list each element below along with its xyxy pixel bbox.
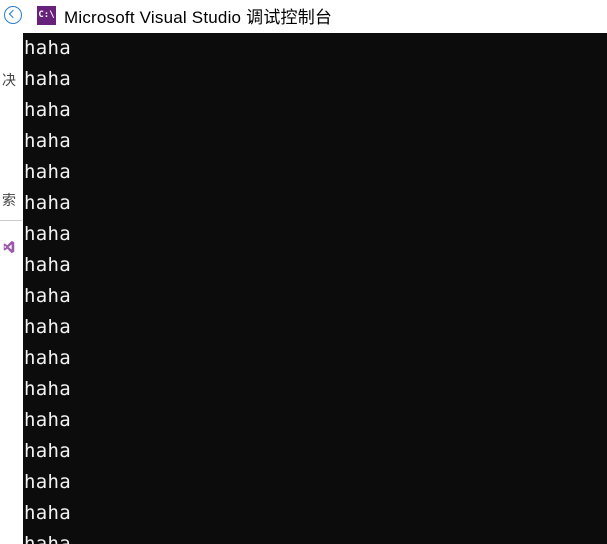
ide-divider [0, 220, 22, 221]
console-line: haha [24, 436, 607, 467]
console-line: haha [24, 312, 607, 343]
console-line: haha [24, 250, 607, 281]
titlebar[interactable]: C:\ Microsoft Visual Studio 调试控制台 [23, 0, 607, 33]
console-app-icon: C:\ [37, 6, 56, 25]
console-line: haha [24, 95, 607, 126]
console-output[interactable]: hahahahahahahahahahahahahahahahahahahaha… [23, 33, 607, 544]
console-line: haha [24, 467, 607, 498]
console-line: haha [24, 219, 607, 250]
app-icon-text: C:\ [38, 11, 54, 20]
console-line: haha [24, 281, 607, 312]
console-line: haha [24, 498, 607, 529]
back-arrow-icon[interactable] [4, 6, 22, 24]
console-line: haha [24, 405, 607, 436]
ide-bg-text-2: 索 [2, 190, 16, 210]
console-line: haha [24, 33, 607, 64]
console-line: haha [24, 188, 607, 219]
console-line: haha [24, 157, 607, 188]
console-line: haha [24, 126, 607, 157]
console-line: haha [24, 374, 607, 405]
visual-studio-icon[interactable] [2, 240, 16, 254]
window-title: Microsoft Visual Studio 调试控制台 [64, 3, 332, 28]
console-line: haha [24, 64, 607, 95]
console-line: haha [24, 529, 607, 544]
ide-bg-text-1: 决 [2, 70, 16, 90]
console-window: C:\ Microsoft Visual Studio 调试控制台 hahaha… [23, 0, 607, 544]
console-line: haha [24, 343, 607, 374]
